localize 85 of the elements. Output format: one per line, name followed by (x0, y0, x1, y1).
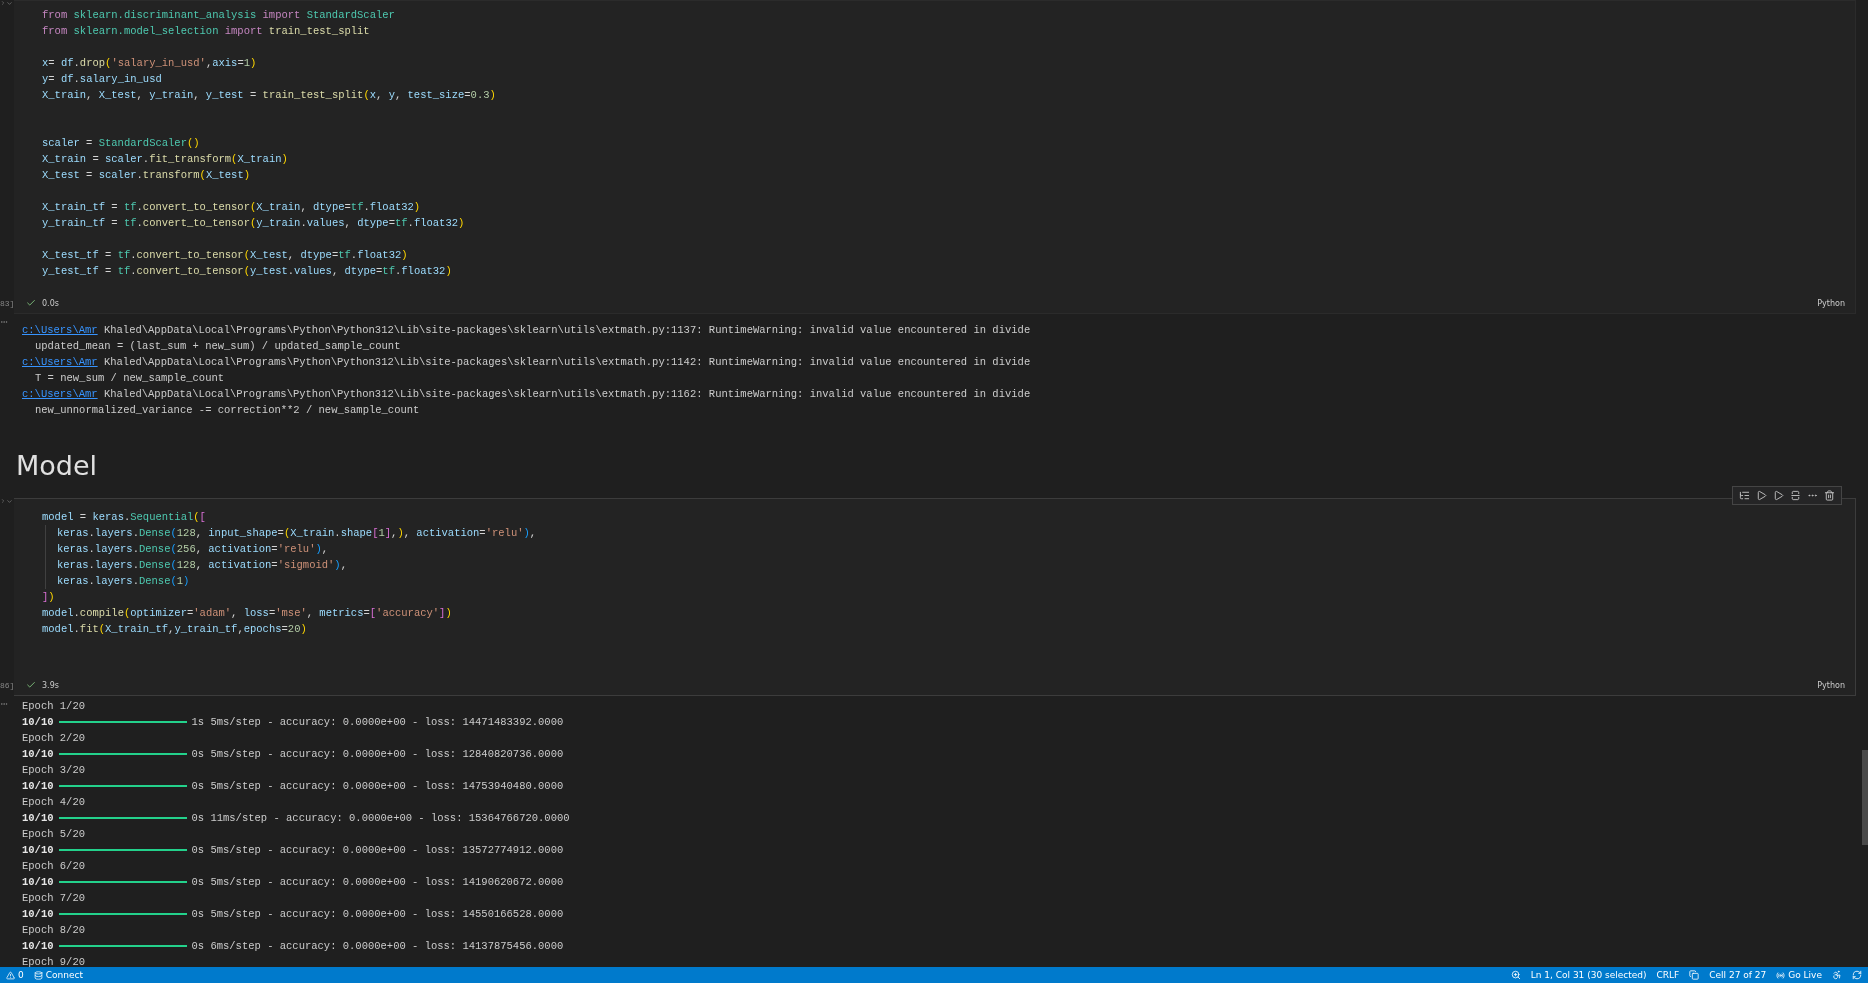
code-line: y_train_tf = tf.convert_to_tensor(y_train.values, dtype=tf.float32) (42, 216, 465, 231)
step-count: 10/10 (22, 779, 54, 794)
execution-count: 83] (0, 299, 15, 308)
code-line: X_test = scaler.transform(X_test) (42, 168, 250, 183)
duration-text: 3.9s (42, 680, 59, 690)
run-above-icon[interactable] (1756, 490, 1767, 501)
code-line: model.compile(optimizer='adam', loss='mse', metrics=['accuracy']) (42, 606, 452, 621)
accessibility-icon[interactable] (1832, 970, 1842, 980)
output-text: Epoch 9/20 (22, 955, 85, 967)
eol-item[interactable]: CRLF (1656, 970, 1680, 980)
warning-icon (6, 970, 15, 980)
chevron-icon[interactable] (0, 498, 13, 505)
sync-icon[interactable] (1852, 970, 1862, 980)
code-line: scaler = StandardScaler() (42, 136, 200, 151)
database-icon (33, 970, 43, 980)
output-text: c:\Users\Amr Khaled\AppData\Local\Programs\Python\Python312\Lib\site-packages\sklearn\utils\extmath.py:1142: RuntimeWarning: invalid value encountered in divide (22, 355, 1031, 370)
code-line: from sklearn.model_selection import train_test_split (42, 24, 370, 39)
cell-position[interactable]: Cell 27 of 27 (1709, 970, 1767, 980)
output-text: Epoch 1/20 (22, 699, 85, 714)
code-line: X_test_tf = tf.convert_to_tensor(X_test, dtype=tf.float32) (42, 248, 408, 263)
code-line: ]) (42, 590, 55, 605)
code-line: y= df.salary_in_usd (42, 72, 162, 87)
go-live-item[interactable]: Go Live (1776, 970, 1822, 980)
code-line: from sklearn.discriminant_analysis import StandardScaler (42, 8, 395, 23)
execution-count: 86] (0, 681, 15, 690)
output-text: updated_mean = (last_sum + new_sum) / updated_sample_count (35, 339, 401, 354)
output-text: Epoch 5/20 (22, 827, 85, 842)
output-text: Epoch 4/20 (22, 795, 85, 810)
code-line: y_test_tf = tf.convert_to_tensor(y_test.values, dtype=tf.float32) (42, 264, 452, 279)
step-count: 10/10 (22, 843, 54, 858)
run-below-icon[interactable] (1773, 490, 1784, 501)
output-text: Epoch 8/20 (22, 923, 85, 938)
output-text: 0s 11ms/step - accuracy: 0.0000e+00 - loss: 15364766720.0000 (191, 811, 570, 826)
step-count: 10/10 (22, 907, 54, 922)
zoom-icon[interactable] (1510, 970, 1521, 980)
step-count: 10/10 (22, 811, 54, 826)
code-line: keras.layers.Dense(128, input_shape=(X_train.shape[1],), activation='relu'), (57, 526, 537, 541)
broadcast-icon (1776, 970, 1786, 980)
code-line: X_train, X_test, y_train, y_test = train_test_split(x, y, test_size=0.3) (42, 88, 496, 103)
code-line: X_train = scaler.fit_transform(X_train) (42, 152, 288, 167)
file-link[interactable]: c:\Users\Amr (22, 324, 98, 336)
step-count: 10/10 (22, 747, 54, 762)
code-line: x= df.drop('salary_in_usd',axis=1) (42, 56, 257, 71)
output-text: Epoch 2/20 (22, 731, 85, 746)
step-count: 10/10 (22, 875, 54, 890)
problems-item[interactable]: 0 (6, 970, 24, 980)
output-text: 0s 5ms/step - accuracy: 0.0000e+00 - loss: 13572774912.0000 (191, 843, 564, 858)
delete-icon[interactable] (1824, 490, 1835, 501)
run-by-line-icon[interactable] (1739, 490, 1750, 501)
code-line: keras.layers.Dense(256, activation='relu'), (57, 542, 329, 557)
chevron-icon[interactable] (0, 0, 13, 7)
success-icon (26, 298, 36, 308)
output-text: 0s 5ms/step - accuracy: 0.0000e+00 - loss: 12840820736.0000 (191, 747, 564, 762)
output-text: 1s 5ms/step - accuracy: 0.0000e+00 - loss: 14471483392.0000 (191, 715, 564, 730)
section-heading: Model (15, 449, 98, 483)
output-text: Epoch 7/20 (22, 891, 85, 906)
step-count: 10/10 (22, 715, 54, 730)
code-line: keras.layers.Dense(1) (57, 574, 190, 589)
language-label[interactable]: Python (1817, 680, 1845, 690)
output-text: 0s 6ms/step - accuracy: 0.0000e+00 - loss: 14137875456.0000 (191, 939, 564, 954)
scrollbar-thumb[interactable] (1862, 750, 1868, 845)
output-text: new_unnormalized_variance -= correction**2 / new_sample_count (35, 403, 420, 418)
code-cell[interactable] (14, 498, 1856, 696)
output-text: Epoch 6/20 (22, 859, 85, 874)
output-text: 0s 5ms/step - accuracy: 0.0000e+00 - loss: 14550166528.0000 (191, 907, 564, 922)
output-text: Epoch 3/20 (22, 763, 85, 778)
language-label[interactable]: Python (1817, 298, 1845, 308)
connect-item[interactable]: Connect (33, 970, 83, 980)
output-text: T = new_sum / new_sample_count (35, 371, 225, 386)
code-line: X_train_tf = tf.convert_to_tensor(X_train, dtype=tf.float32) (42, 200, 421, 215)
file-link[interactable]: c:\Users\Amr (22, 388, 98, 400)
output-text: c:\Users\Amr Khaled\AppData\Local\Programs\Python\Python312\Lib\site-packages\sklearn\utils\extmath.py:1137: RuntimeWarning: invalid value encountered in divide (22, 323, 1031, 338)
output-text: c:\Users\Amr Khaled\AppData\Local\Programs\Python\Python312\Lib\site-packages\sklearn\utils\extmath.py:1162: RuntimeWarning: invalid value encountered in divide (22, 387, 1031, 402)
code-cell[interactable] (14, 0, 1856, 314)
success-icon (26, 680, 36, 690)
code-line: model.fit(X_train_tf,y_train_tf,epochs=20) (42, 622, 307, 637)
output-text: 0s 5ms/step - accuracy: 0.0000e+00 - loss: 14190620672.0000 (191, 875, 564, 890)
split-cell-icon[interactable] (1790, 490, 1801, 501)
code-line: keras.layers.Dense(128, activation='sigmoid'), (57, 558, 347, 573)
cursor-position[interactable]: Ln 1, Col 31 (30 selected) (1530, 970, 1647, 980)
code-line: model = keras.Sequential([ (42, 510, 206, 525)
file-link[interactable]: c:\Users\Amr (22, 356, 98, 368)
output-text: 0s 5ms/step - accuracy: 0.0000e+00 - loss: 14753940480.0000 (191, 779, 564, 794)
duration-text: 0.0s (42, 298, 59, 308)
step-count: 10/10 (22, 939, 54, 954)
